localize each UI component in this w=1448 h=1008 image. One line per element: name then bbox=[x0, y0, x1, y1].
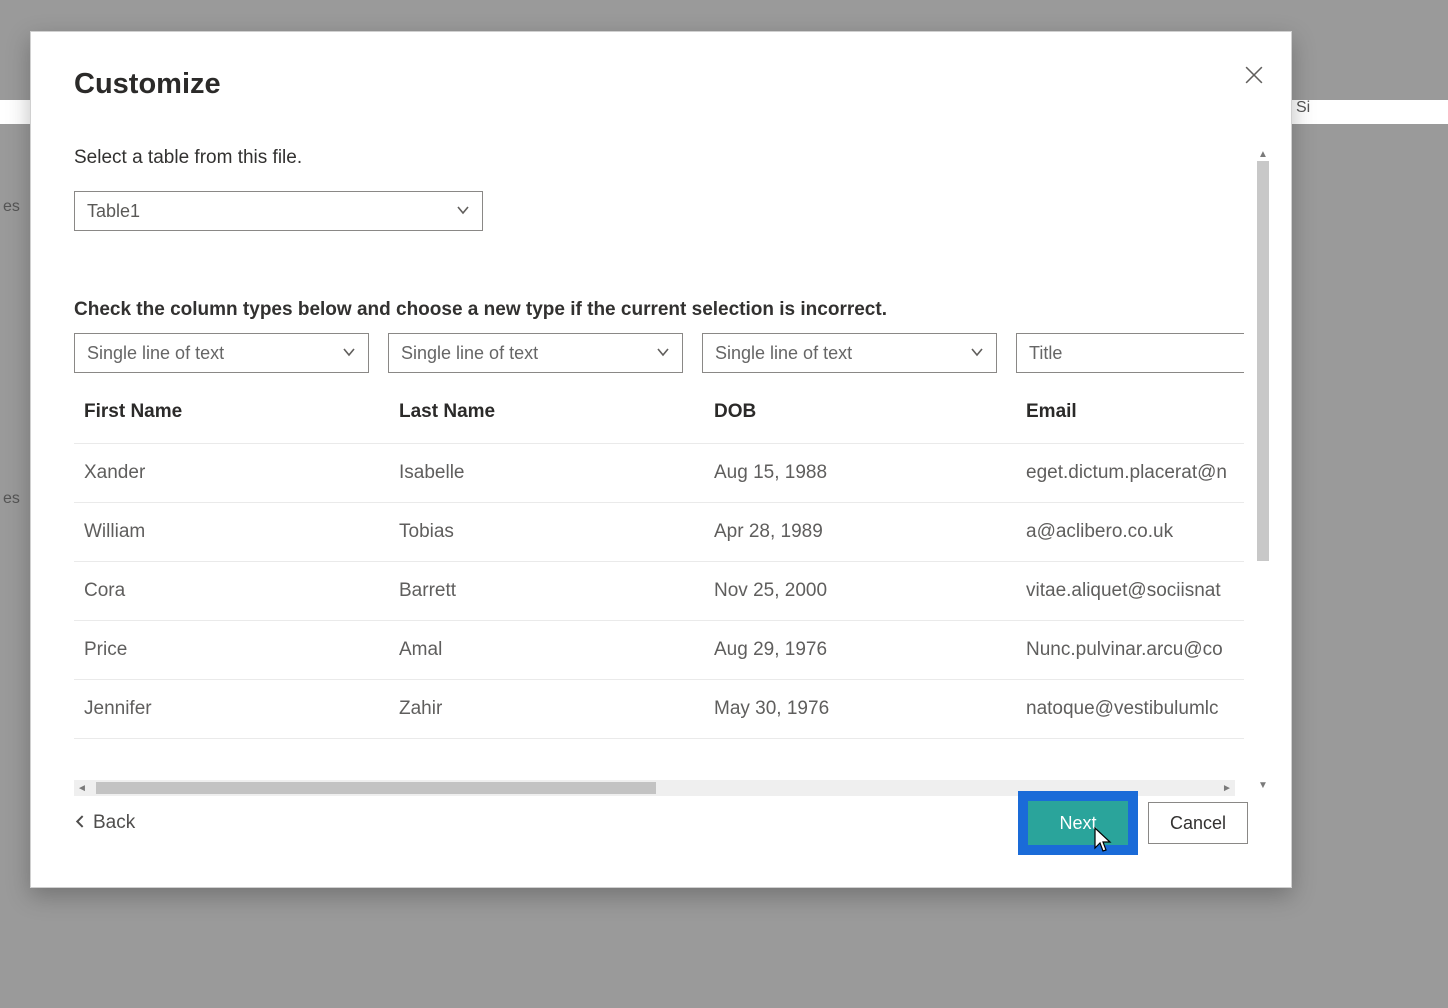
bg-text-1: es bbox=[3, 198, 20, 216]
back-button[interactable]: Back bbox=[74, 812, 135, 834]
column-type-value: Title bbox=[1029, 343, 1062, 364]
close-icon bbox=[1245, 66, 1263, 89]
chevron-down-icon bbox=[970, 343, 984, 364]
chevron-down-icon bbox=[456, 201, 470, 222]
column-type-selector-2[interactable]: Single line of text bbox=[702, 333, 997, 373]
cell-first-name: William bbox=[74, 503, 389, 562]
cell-last-name: Amal bbox=[389, 621, 704, 680]
column-header: Last Name bbox=[389, 381, 704, 444]
scroll-up-arrow-icon: ▲ bbox=[1256, 147, 1270, 161]
column-type-value: Single line of text bbox=[87, 343, 224, 364]
bg-text-2: es bbox=[3, 490, 20, 508]
cell-last-name: Tobias bbox=[389, 503, 704, 562]
dialog-title: Customize bbox=[74, 68, 221, 101]
cell-dob: May 30, 1976 bbox=[704, 680, 1016, 739]
column-type-selector-0[interactable]: Single line of text bbox=[74, 333, 369, 373]
select-table-label: Select a table from this file. bbox=[74, 147, 1263, 169]
column-type-selector-1[interactable]: Single line of text bbox=[388, 333, 683, 373]
preview-area: Single line of text Single line of text … bbox=[74, 333, 1244, 767]
close-button[interactable] bbox=[1239, 62, 1269, 92]
cell-first-name: Cora bbox=[74, 562, 389, 621]
column-header: Email bbox=[1016, 381, 1244, 444]
chevron-down-icon bbox=[656, 343, 670, 364]
table-header-row: First Name Last Name DOB Email bbox=[74, 381, 1244, 444]
cell-dob: Aug 15, 1988 bbox=[704, 444, 1016, 503]
cell-last-name: Zahir bbox=[389, 680, 704, 739]
cell-email: vitae.aliquet@sociisnat bbox=[1016, 562, 1244, 621]
cell-email: natoque@vestibulumlc bbox=[1016, 680, 1244, 739]
cell-first-name: Price bbox=[74, 621, 389, 680]
column-header: DOB bbox=[704, 381, 1016, 444]
cell-email: Nunc.pulvinar.arcu@co bbox=[1016, 621, 1244, 680]
vertical-scrollbar-thumb[interactable] bbox=[1257, 161, 1269, 561]
chevron-down-icon bbox=[342, 343, 356, 364]
cell-last-name: Barrett bbox=[389, 562, 704, 621]
table-selector-value: Table1 bbox=[87, 201, 140, 222]
column-type-value: Single line of text bbox=[401, 343, 538, 364]
table-row: William Tobias Apr 28, 1989 a@aclibero.c… bbox=[74, 503, 1244, 562]
cancel-button[interactable]: Cancel bbox=[1148, 802, 1248, 844]
preview-table: First Name Last Name DOB Email Xander Is… bbox=[74, 381, 1244, 739]
bg-text-3: Si bbox=[1296, 99, 1310, 117]
table-row: Cora Barrett Nov 25, 2000 vitae.aliquet@… bbox=[74, 562, 1244, 621]
cancel-label: Cancel bbox=[1170, 813, 1226, 834]
next-button-highlight: Next bbox=[1018, 791, 1138, 855]
scroll-down-arrow-icon: ▼ bbox=[1256, 778, 1270, 792]
next-label: Next bbox=[1059, 813, 1096, 834]
cell-dob: Aug 29, 1976 bbox=[704, 621, 1016, 680]
vertical-scrollbar[interactable]: ▲ ▼ bbox=[1256, 147, 1270, 792]
next-button[interactable]: Next bbox=[1028, 801, 1128, 845]
cell-email: eget.dictum.placerat@n bbox=[1016, 444, 1244, 503]
column-type-selector-3[interactable]: Title bbox=[1016, 333, 1244, 373]
cell-email: a@aclibero.co.uk bbox=[1016, 503, 1244, 562]
cell-first-name: Jennifer bbox=[74, 680, 389, 739]
cell-first-name: Xander bbox=[74, 444, 389, 503]
table-row: Xander Isabelle Aug 15, 1988 eget.dictum… bbox=[74, 444, 1244, 503]
cell-dob: Apr 28, 1989 bbox=[704, 503, 1016, 562]
table-row: Jennifer Zahir May 30, 1976 natoque@vest… bbox=[74, 680, 1244, 739]
column-types-label: Check the column types below and choose … bbox=[74, 299, 1263, 321]
column-header: First Name bbox=[74, 381, 389, 444]
customize-dialog: Customize Select a table from this file.… bbox=[30, 31, 1292, 888]
cell-last-name: Isabelle bbox=[389, 444, 704, 503]
table-selector[interactable]: Table1 bbox=[74, 191, 483, 231]
cell-dob: Nov 25, 2000 bbox=[704, 562, 1016, 621]
column-type-value: Single line of text bbox=[715, 343, 852, 364]
table-row: Price Amal Aug 29, 1976 Nunc.pulvinar.ar… bbox=[74, 621, 1244, 680]
back-label: Back bbox=[93, 812, 135, 834]
chevron-left-icon bbox=[74, 812, 87, 834]
